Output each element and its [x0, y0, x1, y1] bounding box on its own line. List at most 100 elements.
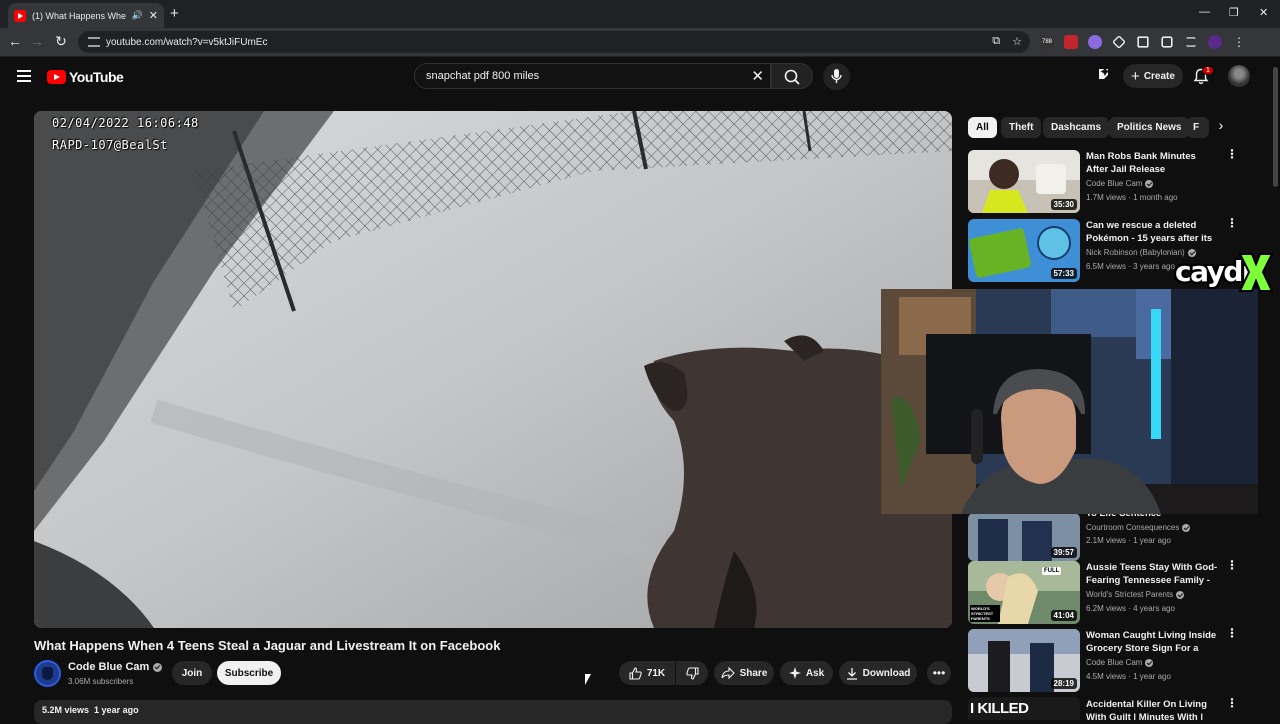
- join-button[interactable]: Join: [172, 661, 212, 685]
- puzzle-icon[interactable]: [1137, 36, 1149, 48]
- video-duration: 41:04: [1050, 610, 1077, 621]
- video-thumbnail[interactable]: 57:33: [968, 219, 1080, 282]
- account-avatar[interactable]: [1228, 65, 1250, 87]
- verified-badge-icon: [1176, 590, 1185, 599]
- more-vertical-icon[interactable]: ⋮: [1226, 697, 1238, 709]
- video-channel: World's Strictest Parents: [1086, 590, 1185, 599]
- more-vertical-icon[interactable]: ⋮: [1226, 627, 1238, 639]
- ask-ai-icon[interactable]: [1096, 65, 1112, 85]
- close-window-icon[interactable]: ✕: [1259, 6, 1268, 19]
- upload-age: 1 year ago: [94, 705, 139, 715]
- video-thumbnail[interactable]: 39:57: [968, 513, 1080, 561]
- create-label: Create: [1143, 70, 1175, 82]
- reload-icon[interactable]: ↻: [52, 33, 70, 50]
- verified-badge-icon: [1182, 523, 1191, 532]
- channel-avatar[interactable]: [34, 660, 61, 687]
- install-app-icon[interactable]: ⧉: [992, 35, 1000, 48]
- channel-name[interactable]: Code Blue Cam: [68, 661, 163, 673]
- join-label: Join: [181, 667, 203, 679]
- tab-title: (1) What Happens When 4: [32, 10, 126, 21]
- back-icon[interactable]: ←: [6, 33, 24, 49]
- browser-tab[interactable]: (1) What Happens When 4 🔊 ✕: [8, 3, 164, 28]
- share-label: Share: [739, 667, 768, 679]
- voice-search-button[interactable]: [823, 63, 850, 90]
- reading-list-icon[interactable]: [1186, 37, 1196, 47]
- minimize-icon[interactable]: —: [1199, 6, 1210, 18]
- search-input[interactable]: snapchat pdf 800 miles ✕: [414, 63, 771, 89]
- url-text: youtube.com/watch?v=v5ktJiFUmEc: [106, 36, 268, 48]
- streamer-webcam-overlay: [881, 289, 1258, 514]
- channel-name: Courtroom Consequences: [1086, 523, 1180, 532]
- chip-all[interactable]: All: [968, 117, 997, 138]
- description-box[interactable]: 5.2M views 1 year ago: [34, 700, 952, 724]
- subscribe-button[interactable]: Subscribe: [217, 661, 281, 685]
- bookmark-star-icon[interactable]: ☆: [1012, 35, 1022, 48]
- new-tab-button[interactable]: +: [170, 5, 179, 22]
- related-video-item[interactable]: I KILLED Accidental Killer On Living Wit…: [968, 697, 1258, 720]
- microphone-icon: [831, 69, 842, 83]
- profile-icon[interactable]: [1208, 35, 1222, 49]
- search-button[interactable]: [771, 63, 813, 89]
- chip-theft[interactable]: Theft: [1001, 117, 1042, 138]
- extension-icon[interactable]: [1064, 35, 1078, 49]
- extension-icon[interactable]: [1088, 35, 1102, 49]
- video-thumbnail[interactable]: FULL WORLD'S STRICTEST PARENTS 41:04: [968, 561, 1080, 624]
- ask-button[interactable]: Ask: [780, 661, 833, 685]
- subscribe-label: Subscribe: [224, 667, 274, 679]
- download-label: Download: [862, 667, 911, 679]
- youtube-header: YouTube snapchat pdf 800 miles ✕ + Creat…: [0, 57, 1280, 97]
- share-arrow-icon: [721, 667, 735, 679]
- tab-search-icon[interactable]: [1161, 36, 1173, 48]
- address-bar[interactable]: youtube.com/watch?v=v5ktJiFUmEc ⧉ ☆: [78, 31, 1030, 53]
- sparkle-icon: [788, 667, 801, 679]
- chip-partial[interactable]: F: [1187, 117, 1209, 138]
- share-button[interactable]: Share: [714, 661, 774, 685]
- close-tab-icon[interactable]: ✕: [149, 9, 158, 22]
- like-button[interactable]: 71K: [619, 661, 675, 685]
- speaker-icon[interactable]: 🔊: [132, 10, 143, 21]
- site-info-icon[interactable]: [88, 37, 100, 47]
- thumbnail-caption: I KILLED: [970, 700, 1029, 717]
- menu-kebab-icon[interactable]: ⋮: [1232, 35, 1246, 49]
- chip-politics-news[interactable]: Politics News: [1109, 117, 1190, 138]
- channel-name: World's Strictest Parents: [1086, 590, 1174, 599]
- related-video-item[interactable]: FULL WORLD'S STRICTEST PARENTS 41:04 Aus…: [968, 559, 1258, 625]
- hamburger-menu-icon[interactable]: [17, 70, 31, 82]
- scrollbar-thumb[interactable]: [1273, 67, 1278, 187]
- extension-icon[interactable]: 788: [1040, 35, 1054, 49]
- more-vertical-icon[interactable]: ⋮: [1226, 217, 1238, 229]
- related-video-item[interactable]: 35:30 Man Robs Bank Minutes After Jail R…: [968, 148, 1258, 214]
- youtube-logo[interactable]: YouTube: [47, 69, 124, 85]
- video-player[interactable]: 02/04/2022 16:06:48 RAPD-107@BealSt: [34, 111, 952, 628]
- page-scrollbar[interactable]: [1271, 57, 1280, 720]
- video-meta: 4.5M views · 1 year ago: [1086, 672, 1171, 681]
- video-duration: 57:33: [1050, 268, 1077, 279]
- create-button[interactable]: + Create: [1123, 64, 1183, 88]
- more-actions-button[interactable]: •••: [927, 661, 951, 685]
- extensions-area: 788 ⋮: [1040, 35, 1246, 49]
- download-button[interactable]: Download: [839, 661, 917, 685]
- more-vertical-icon[interactable]: ⋮: [1226, 148, 1238, 160]
- extension-icon[interactable]: [1112, 35, 1126, 49]
- video-thumbnail[interactable]: 35:30: [968, 150, 1080, 213]
- video-thumbnail[interactable]: 28:19: [968, 629, 1080, 692]
- restore-icon[interactable]: ❐: [1229, 6, 1239, 19]
- bodycam-footage-frame: [34, 111, 952, 628]
- bodycam-timestamp-overlay: 02/04/2022 16:06:48 RAPD-107@BealSt: [52, 112, 199, 156]
- video-thumbnail[interactable]: I KILLED: [968, 697, 1080, 720]
- verified-badge-icon: [153, 662, 163, 672]
- video-title: Man Robs Bank Minutes After Jail Release: [1086, 151, 1196, 175]
- chip-dashcams[interactable]: Dashcams: [1043, 117, 1110, 138]
- related-video-item[interactable]: 28:19 Woman Caught Living Inside Grocery…: [968, 627, 1258, 693]
- thumbs-down-icon: [685, 666, 699, 680]
- dislike-button[interactable]: [676, 661, 708, 685]
- youtube-play-icon: [47, 70, 66, 84]
- clear-search-icon[interactable]: ✕: [751, 67, 764, 85]
- video-channel: Code Blue Cam: [1086, 179, 1154, 188]
- browser-toolbar: ← → ↻ youtube.com/watch?v=v5ktJiFUmEc ⧉ …: [0, 28, 1280, 57]
- streamer-brand-x-icon: [1238, 253, 1274, 292]
- forward-icon[interactable]: →: [28, 33, 46, 49]
- more-vertical-icon[interactable]: ⋮: [1226, 559, 1238, 571]
- video-channel: Code Blue Cam: [1086, 658, 1154, 667]
- chevron-right-icon[interactable]: ›: [1211, 117, 1231, 138]
